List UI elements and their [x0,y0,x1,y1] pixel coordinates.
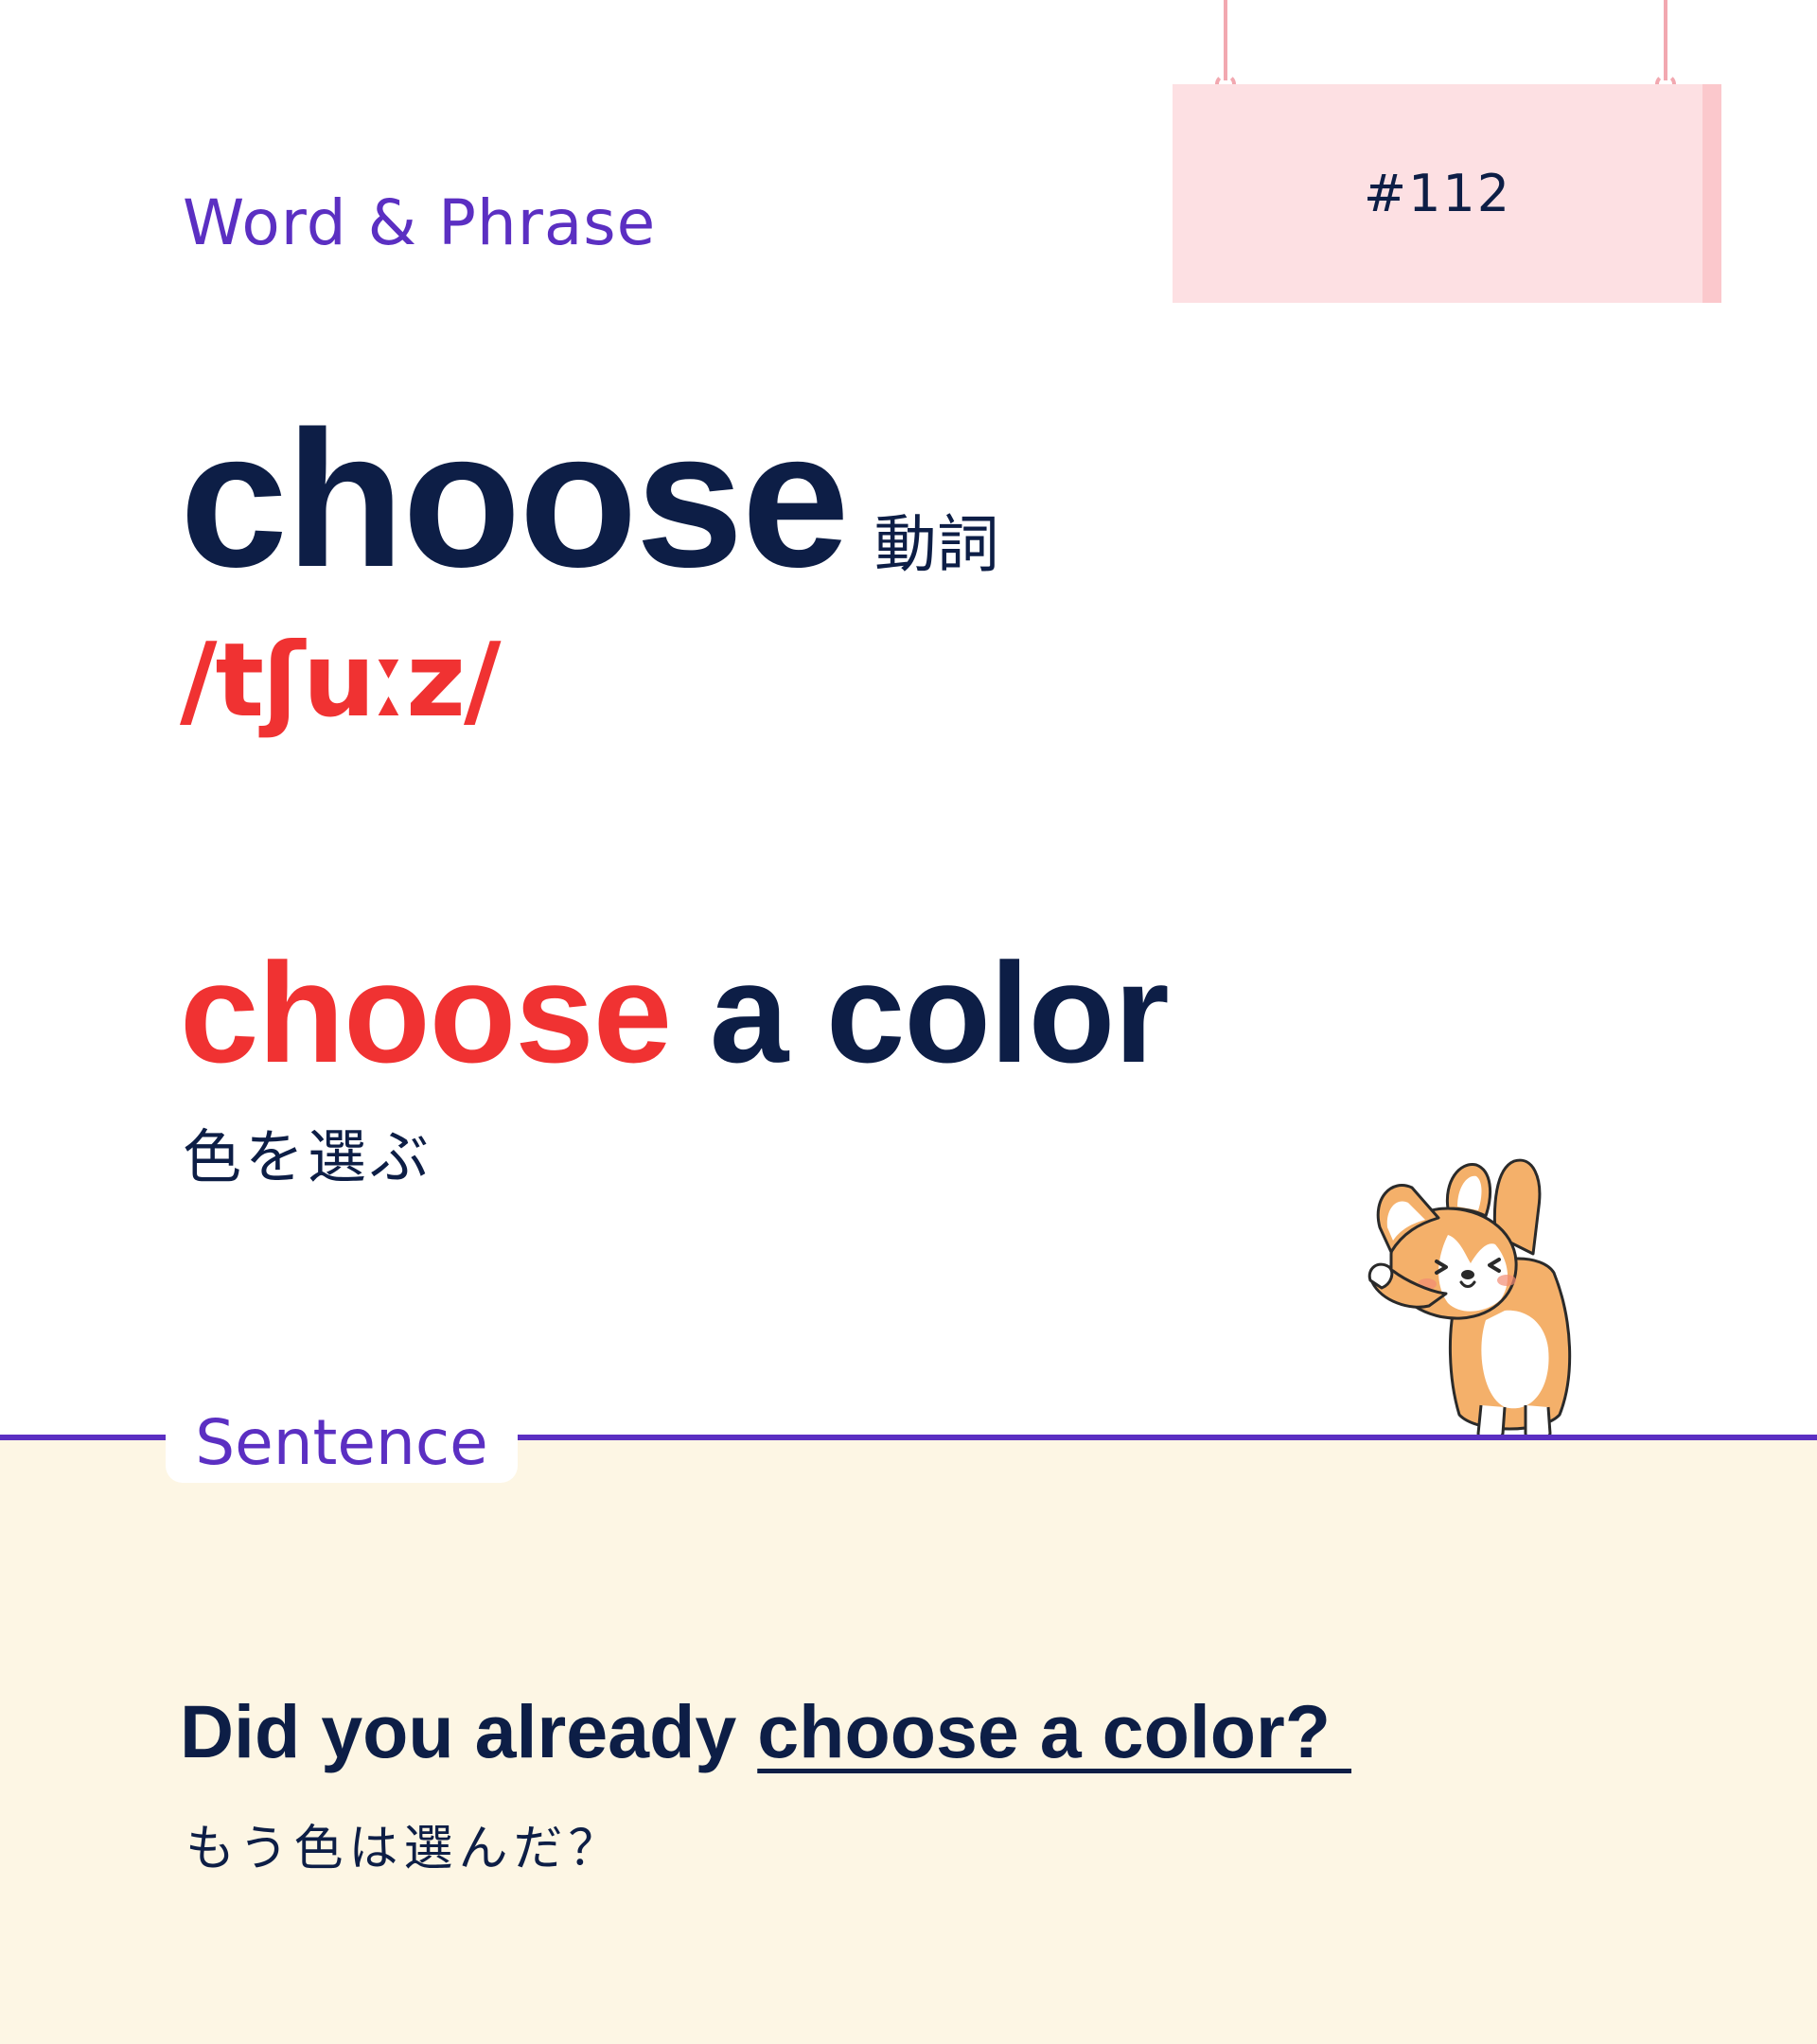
sentence-underlined-phrase: choose a color? [757,1689,1352,1773]
phrase-rest: a color [671,933,1170,1092]
sign-string-right [1664,0,1667,80]
example-sentence: Did you already choose a color? [180,1694,1351,1769]
sentence-prefix: Did you already [180,1689,758,1773]
sign-string-left [1224,0,1227,80]
sign-edge [1702,84,1721,303]
sentence-translation: もう色は選んだ？ [185,1821,624,1877]
headword-row: choose 動詞 [180,402,999,596]
pronunciation: /tʃuːz/ [180,622,501,740]
word-section: Word & Phrase #112 choose 動詞 /tʃuːz/ cho… [0,0,1817,1441]
phrase-highlight: choose [180,933,672,1092]
word-phrase-label: Word & Phrase [183,186,657,259]
phrase-translation: 色を選ぶ [183,1122,433,1191]
sentence-section: Did you already choose a color? もう色は選んだ？ [0,1438,1817,2044]
number-sign: #112 [1173,84,1721,303]
part-of-speech: 動詞 [873,508,999,581]
corgi-illustration [1367,1158,1572,1441]
headword: choose [180,391,850,608]
example-phrase: choose a color [180,942,1170,1084]
sign-number: #112 [1363,164,1512,223]
sentence-label: Sentence [166,1402,518,1483]
